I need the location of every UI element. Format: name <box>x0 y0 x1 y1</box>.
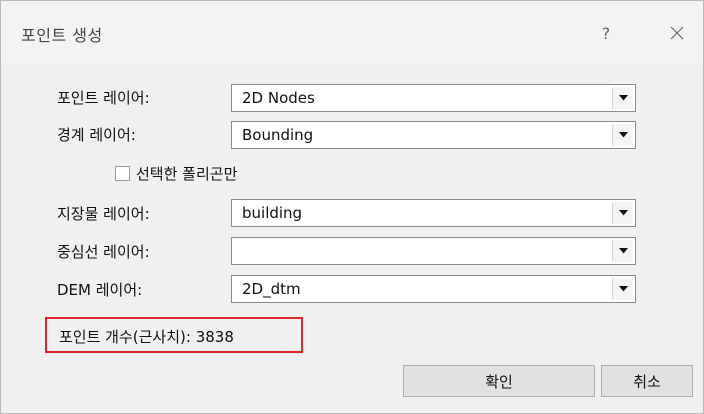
obstacle-layer-select[interactable]: building <box>231 199 636 227</box>
title-bar: 포인트 생성 ? <box>1 1 703 65</box>
cancel-button[interactable]: 취소 <box>601 365 693 397</box>
centerline-layer-dropdown-button[interactable] <box>612 240 633 262</box>
ok-button[interactable]: 확인 <box>403 365 595 397</box>
point-layer-dropdown-button[interactable] <box>612 87 633 109</box>
dem-layer-select[interactable]: 2D_dtm <box>231 275 636 303</box>
dem-layer-dropdown-button[interactable] <box>612 278 633 300</box>
point-count-label: 포인트 개수(근사치): 3838 <box>59 328 234 346</box>
selected-polygons-only-option[interactable]: 선택한 폴리곤만 <box>115 163 237 183</box>
boundary-layer-value: Bounding <box>242 126 314 144</box>
chevron-down-icon <box>618 210 628 216</box>
point-layer-select[interactable]: 2D Nodes <box>231 84 636 112</box>
chevron-down-icon <box>618 132 628 138</box>
dialog-title: 포인트 생성 <box>21 26 103 45</box>
obstacle-layer-value: building <box>242 204 303 222</box>
obstacle-layer-label: 지장물 레이어: <box>57 205 150 223</box>
chevron-down-icon <box>618 248 628 254</box>
dialog-window: 포인트 생성 ? 포인트 레이어: 2D Nodes 경계 레이어: Bound… <box>0 0 704 414</box>
dem-layer-label: DEM 레이어: <box>57 281 143 299</box>
chevron-down-icon <box>618 95 628 101</box>
selected-polygons-only-checkbox[interactable] <box>115 165 130 181</box>
help-button[interactable]: ? <box>584 13 628 53</box>
point-layer-label: 포인트 레이어: <box>57 89 150 107</box>
dem-layer-value: 2D_dtm <box>242 280 301 298</box>
centerline-layer-label: 중심선 레이어: <box>57 243 150 261</box>
point-count-highlight: 포인트 개수(근사치): 3838 <box>45 317 303 353</box>
point-layer-value: 2D Nodes <box>242 89 315 107</box>
boundary-layer-dropdown-button[interactable] <box>612 124 633 146</box>
help-icon: ? <box>601 23 611 43</box>
chevron-down-icon <box>618 286 628 292</box>
close-icon <box>670 26 684 40</box>
boundary-layer-select[interactable]: Bounding <box>231 121 636 149</box>
obstacle-layer-dropdown-button[interactable] <box>612 202 633 224</box>
dialog-body: 포인트 레이어: 2D Nodes 경계 레이어: Bounding 선택한 폴… <box>1 65 703 413</box>
boundary-layer-label: 경계 레이어: <box>57 126 136 144</box>
selected-polygons-only-label: 선택한 폴리곤만 <box>136 164 238 183</box>
close-button[interactable] <box>655 13 699 53</box>
centerline-layer-select[interactable] <box>231 237 636 265</box>
